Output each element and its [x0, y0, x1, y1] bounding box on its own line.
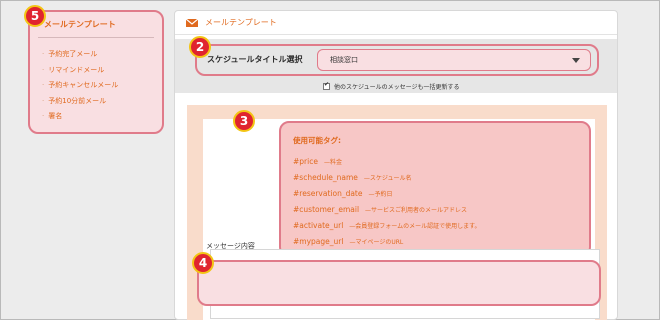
- step-badge-2: 2: [189, 36, 211, 58]
- schedule-select-row: スケジュールタイトル選択 相談窓口 他のスケジュールのメッセージも一括更新する: [175, 39, 617, 93]
- sidebar-item-reservation-complete[interactable]: · 予約完了メール: [42, 47, 118, 63]
- tag-row: #activate_url —会員登録フォームのメール認証で使用します。: [293, 221, 481, 230]
- template-list: · 予約完了メール · リマインドメール · 予約キャンセルメール · 予約10分前メー…: [42, 47, 118, 125]
- schedule-title-dropdown[interactable]: 相談窓口: [317, 49, 591, 71]
- template-sidebar: メールテンプレート · 予約完了メール · リマインドメール · 予約キャンセルメール…: [28, 10, 164, 134]
- schedule-title-value: 相談窓口: [330, 56, 358, 64]
- step-badge-4: 4: [192, 252, 214, 274]
- bullet-icon: ·: [42, 65, 45, 74]
- sidebar-title: メールテンプレート: [44, 20, 116, 29]
- tag-row: #customer_email —サービスご利用者のメールアドレス: [293, 205, 468, 214]
- panel-header: メールテンプレート: [175, 11, 617, 35]
- bullet-icon: ·: [42, 96, 45, 105]
- tag-row: #price —料金: [293, 157, 342, 166]
- sidebar-item-cancel[interactable]: · 予約キャンセルメール: [42, 78, 118, 94]
- bulk-update-checkbox[interactable]: [323, 81, 330, 90]
- available-tags-box: 使用可能タグ: #price —料金 #schedule_name —スケジュール名…: [279, 121, 591, 257]
- bullet-icon: ·: [42, 50, 45, 58]
- tag-row: #reservation_date —予約日: [293, 189, 393, 198]
- bullet-icon: ·: [42, 112, 45, 120]
- sidebar-item-signature[interactable]: · 署名: [42, 109, 118, 125]
- step-badge-5: 5: [24, 5, 46, 27]
- schedule-select-label: スケジュールタイトル選択: [207, 55, 303, 64]
- bulk-update-option: 他のスケジュールのメッセージも一括更新する: [323, 81, 460, 91]
- message-highlight: [197, 260, 601, 306]
- step-badge-3: 3: [233, 110, 255, 132]
- tags-heading: 使用可能タグ:: [293, 136, 341, 145]
- panel-title: メールテンプレート: [205, 18, 277, 27]
- bulk-update-label: 他のスケジュールのメッセージも一括更新する: [334, 84, 460, 91]
- mail-template-panel: メールテンプレート スケジュールタイトル選択 相談窓口 他のスケジュールのメッセ…: [174, 10, 618, 320]
- message-content-textarea[interactable]: [197, 249, 601, 319]
- tag-row: #mypage_url —マイページのURL: [293, 237, 404, 246]
- sidebar-item-10min-before[interactable]: · 予約10分前メール: [42, 94, 118, 110]
- sidebar-divider: [38, 37, 154, 38]
- bullet-icon: ·: [42, 81, 45, 89]
- schedule-select-highlight: スケジュールタイトル選択 相談窓口: [195, 44, 599, 76]
- envelope-icon: [186, 19, 198, 27]
- chevron-down-icon: [572, 58, 580, 63]
- sidebar-item-reminder[interactable]: · リマインドメール: [42, 63, 118, 79]
- tag-row: #schedule_name —スケジュール名: [293, 173, 412, 182]
